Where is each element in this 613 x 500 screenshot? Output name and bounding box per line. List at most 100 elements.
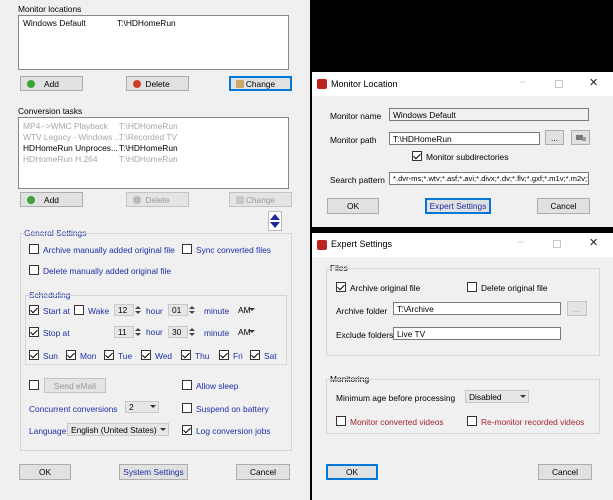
send-email-checkbox[interactable] [29, 380, 39, 390]
stop-ampm-select[interactable]: AM [234, 326, 258, 338]
maximize-icon[interactable] [553, 240, 561, 248]
add-task-button[interactable]: Add [20, 192, 83, 207]
archive-folder-label: Archive folder [336, 306, 388, 316]
archive-folder-field[interactable]: T:\Archive [393, 302, 561, 315]
list-item[interactable]: HDHomeRun H.264 [23, 154, 97, 164]
day-sun-label: Sun [43, 351, 58, 361]
day-tue-checkbox[interactable] [104, 350, 114, 360]
start-minute-spinner[interactable]: 01 [168, 304, 188, 316]
start-minute-spin-icon[interactable] [189, 304, 195, 316]
suspend-on-battery-label: Suspend on battery [196, 404, 269, 414]
ok-button[interactable]: OK [326, 464, 378, 480]
language-select[interactable]: English (United States) [67, 423, 169, 436]
cancel-button[interactable]: Cancel [236, 464, 290, 480]
stop-at-checkbox[interactable] [29, 327, 39, 337]
stop-hour-spinner[interactable]: 11 [114, 326, 134, 338]
monitor-subdirectories-checkbox[interactable] [412, 151, 422, 161]
delete-manual-checkbox[interactable] [29, 265, 39, 275]
minute-label: minute [204, 328, 230, 338]
stop-minute-spinner[interactable]: 30 [168, 326, 188, 338]
allow-sleep-label: Allow sleep [196, 381, 239, 391]
monitor-locations-label: Monitor locations [18, 4, 82, 14]
day-wed-label: Wed [155, 351, 173, 361]
concurrent-conversions-select[interactable]: 2 [125, 401, 159, 413]
minimize-icon[interactable]: – [518, 236, 524, 248]
change-monitor-button[interactable]: Change [229, 76, 292, 91]
list-item[interactable]: MP4-->WMC Playback [23, 121, 108, 131]
add-monitor-button[interactable]: Add [20, 76, 83, 91]
start-ampm-select[interactable]: AM [234, 304, 258, 316]
monitor-location-title: Monitor Location [331, 79, 398, 89]
min-age-label: Minimum age before processing [336, 393, 456, 403]
add-icon [27, 79, 35, 88]
add-icon [27, 195, 35, 204]
allow-sleep-checkbox[interactable] [182, 380, 192, 390]
browse-archive-button[interactable]: ... [567, 301, 587, 316]
monitor-path-label: Monitor path [330, 135, 377, 145]
search-pattern-field[interactable]: *.dvr-ms;*.wtv;*.asf;*.avi;*.divx;*.dv;*… [389, 172, 589, 185]
day-fri-checkbox[interactable] [219, 350, 229, 360]
move-arrows-svg [270, 214, 280, 228]
close-icon[interactable]: ✕ [589, 236, 598, 249]
list-item[interactable]: WTV Legacy - Windows ... [23, 132, 122, 142]
exclude-folders-label: Exclude folders [336, 330, 394, 340]
send-email-button[interactable]: Send eMail [44, 378, 106, 393]
monitor-locations-list[interactable]: Windows Default T:\HDHomeRun [18, 15, 289, 70]
concurrent-conversions-label: Concurrent conversions [29, 404, 118, 414]
sync-converted-checkbox[interactable] [182, 244, 192, 254]
ok-button[interactable]: OK [19, 464, 71, 480]
expert-settings-button[interactable]: Expert Settings [425, 198, 491, 214]
network-drive-button[interactable] [571, 130, 590, 145]
move-up-down-icon[interactable] [268, 211, 282, 231]
system-settings-button[interactable]: System Settings [119, 464, 188, 480]
list-item[interactable]: HDHomeRun Unproces... [23, 143, 118, 153]
monitor-name-field[interactable]: Windows Default [389, 108, 589, 121]
sync-converted-label: Sync converted files [196, 245, 271, 255]
monitor-converted-checkbox[interactable] [336, 416, 346, 426]
maximize-icon[interactable] [555, 80, 563, 88]
stop-minute-spin-icon[interactable] [189, 326, 195, 338]
day-fri-label: Fri [233, 351, 243, 361]
conversion-tasks-list[interactable]: MP4-->WMC Playback T:\HDHomeRun WTV Lega… [18, 117, 289, 189]
day-thu-checkbox[interactable] [181, 350, 191, 360]
delete-original-label: Delete original file [481, 283, 548, 293]
start-hour-spin-icon[interactable] [135, 304, 141, 316]
minute-label: minute [204, 306, 230, 316]
remonitor-recorded-label: Re-monitor recorded videos [481, 417, 585, 427]
suspend-on-battery-checkbox[interactable] [182, 403, 192, 413]
start-hour-spinner[interactable]: 12 [114, 304, 134, 316]
day-mon-checkbox[interactable] [66, 350, 76, 360]
stop-hour-spin-icon[interactable] [135, 326, 141, 338]
log-conversion-jobs-checkbox[interactable] [182, 425, 192, 435]
edit-icon [236, 195, 244, 204]
archive-manual-checkbox[interactable] [29, 244, 39, 254]
monitor-location-titlebar: Monitor Location – ✕ [312, 72, 613, 96]
delete-original-checkbox[interactable] [467, 282, 477, 292]
day-sat-checkbox[interactable] [250, 350, 260, 360]
delete-monitor-button[interactable]: Delete [126, 76, 189, 91]
minimize-icon[interactable]: – [520, 76, 526, 88]
delete-task-button[interactable]: Delete [126, 192, 189, 207]
exclude-folders-field[interactable]: Live TV [393, 327, 561, 340]
close-icon[interactable]: ✕ [589, 76, 598, 89]
monitor-name-label: Monitor name [330, 111, 382, 121]
archive-original-checkbox[interactable] [336, 282, 346, 292]
delete-icon [133, 195, 141, 204]
wake-label: Wake [88, 306, 110, 316]
start-at-checkbox[interactable] [29, 305, 39, 315]
monitor-path-field[interactable]: T:\HDHomeRun [389, 132, 540, 145]
day-thu-label: Thu [195, 351, 210, 361]
day-wed-checkbox[interactable] [141, 350, 151, 360]
min-age-select[interactable]: Disabled [465, 390, 529, 403]
change-task-button[interactable]: Change [229, 192, 292, 207]
cancel-button[interactable]: Cancel [537, 198, 590, 214]
ok-button[interactable]: OK [327, 198, 379, 214]
browse-path-button[interactable]: ... [545, 130, 564, 145]
log-conversion-jobs-label: Log conversion jobs [196, 426, 271, 436]
language-label: Language [29, 426, 67, 436]
cancel-button[interactable]: Cancel [538, 464, 592, 480]
wake-checkbox[interactable] [74, 305, 84, 315]
remonitor-recorded-checkbox[interactable] [467, 416, 477, 426]
list-item[interactable]: Windows Default [23, 18, 86, 28]
day-sun-checkbox[interactable] [29, 350, 39, 360]
